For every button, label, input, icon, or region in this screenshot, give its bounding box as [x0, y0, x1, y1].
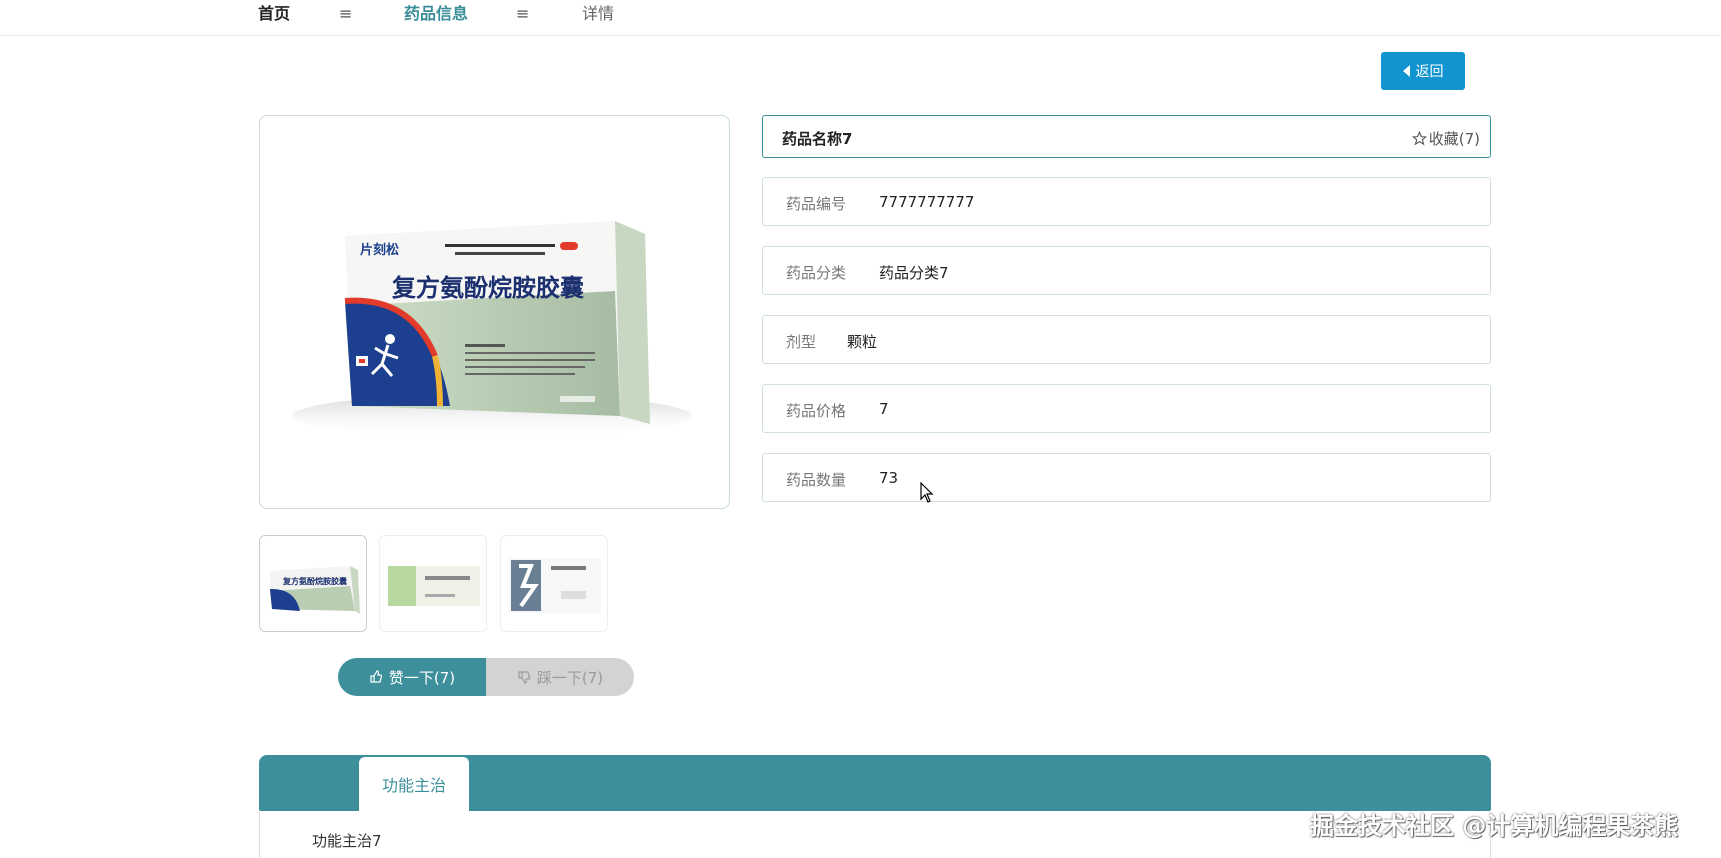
breadcrumb-home-link[interactable]: 首页 [258, 4, 290, 24]
like-button-label: 赞一下(7) [388, 668, 456, 687]
info-value: 颗粒 [847, 333, 878, 351]
info-value: 7 [879, 400, 889, 418]
dislike-button-label: 踩一下(7) [536, 668, 604, 687]
info-label: 药品编号 [786, 195, 847, 213]
tab-function[interactable]: 功能主治 [359, 757, 469, 811]
star-icon [1411, 131, 1427, 146]
info-value: 73 [879, 469, 899, 487]
breadcrumb: 首页 ≡ 药品信息 ≡ 详情 [0, 0, 1721, 36]
thumbnail-3[interactable] [500, 535, 608, 632]
watermark: 掘金技术社区 @计算机编程果茶熊 [1310, 812, 1679, 840]
thumbnail-caption: 复方氨酚烷胺胶囊 [282, 576, 348, 586]
tab-panel: 功能主治7 [259, 810, 1491, 858]
info-label: 药品数量 [786, 471, 847, 489]
caret-left-icon [1402, 65, 1410, 77]
favorite-label: 收藏(7) [1428, 130, 1480, 148]
vote-group: 赞一下(7) 踩一下(7) [338, 658, 634, 696]
box-brand-text: 片刻松 [360, 242, 399, 258]
info-value: 7777777777 [879, 193, 975, 211]
info-row-quantity: 药品数量 73 [762, 453, 1491, 502]
info-label: 药品分类 [786, 264, 847, 282]
breadcrumb-separator-icon: ≡ [339, 4, 353, 23]
info-value: 药品分类7 [879, 264, 949, 282]
back-button-label: 返回 [1415, 64, 1444, 80]
mouse-cursor-icon [920, 482, 934, 503]
thumbs-up-icon [370, 670, 382, 683]
box-title-text: 复方氨酚烷胺胶囊 [391, 274, 584, 302]
info-row-code: 药品编号 7777777777 [762, 177, 1491, 226]
info-row-price: 药品价格 7 [762, 384, 1491, 433]
breadcrumb-current: 详情 [582, 4, 615, 23]
back-button[interactable]: 返回 [1381, 52, 1465, 90]
product-name: 药品名称7 [782, 130, 853, 148]
like-button[interactable]: 赞一下(7) [338, 658, 486, 696]
breadcrumb-section-link[interactable]: 药品信息 [404, 4, 468, 24]
info-label: 剂型 [786, 333, 817, 351]
info-row-category: 药品分类 药品分类7 [762, 246, 1491, 295]
thumbnail-1[interactable]: 复方氨酚烷胺胶囊 [259, 535, 367, 632]
tab-content: 功能主治7 [312, 832, 382, 850]
dislike-button[interactable]: 踩一下(7) [486, 658, 634, 696]
info-label: 药品价格 [786, 402, 847, 420]
info-row-dosage-form: 剂型 颗粒 [762, 315, 1491, 364]
product-name-row: 药品名称7 收藏(7) [762, 115, 1491, 158]
breadcrumb-separator-icon: ≡ [516, 4, 530, 23]
thumbnail-2[interactable] [379, 535, 487, 632]
thumbs-down-icon [518, 671, 530, 684]
product-main-image: 片刻松 复方氨酚烷胺胶囊 [259, 115, 730, 509]
favorite-button[interactable]: 收藏(7) [1411, 128, 1480, 149]
